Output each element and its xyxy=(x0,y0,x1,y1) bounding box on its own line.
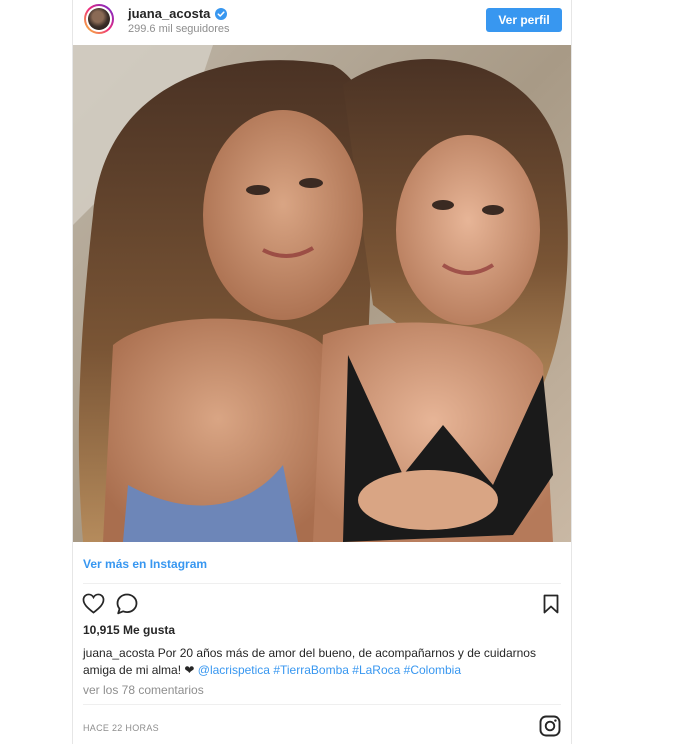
view-comments-link[interactable]: ver los 78 comentarios xyxy=(83,683,204,697)
comment-icon[interactable] xyxy=(116,593,138,615)
username-row[interactable]: juana_acosta xyxy=(128,6,228,21)
post-caption: juana_acosta Por 20 años más de amor del… xyxy=(83,645,561,679)
post-timestamp: HACE 22 HORAS xyxy=(83,723,159,733)
post-photo[interactable] xyxy=(73,45,571,542)
instagram-embed-card: juana_acosta 299.6 mil seguidores Ver pe… xyxy=(72,0,572,744)
view-more-link[interactable]: Ver más en Instagram xyxy=(83,557,207,571)
likes-count: 10,915 Me gusta xyxy=(83,623,176,637)
avatar[interactable] xyxy=(84,4,114,34)
username[interactable]: juana_acosta xyxy=(128,6,210,21)
hashtag[interactable]: #TierraBomba xyxy=(273,663,349,677)
caption-mention[interactable]: @lacrispetica xyxy=(198,663,270,677)
followers-count: 299.6 mil seguidores xyxy=(128,23,230,35)
divider xyxy=(83,704,561,705)
instagram-logo-icon[interactable] xyxy=(539,715,561,737)
heart-icon[interactable] xyxy=(82,593,105,614)
view-profile-button[interactable]: Ver perfil xyxy=(486,8,562,32)
caption-username[interactable]: juana_acosta xyxy=(83,646,154,660)
bookmark-icon[interactable] xyxy=(543,594,559,614)
action-bar xyxy=(73,592,571,616)
hashtag[interactable]: #LaRoca xyxy=(352,663,400,677)
post-header: juana_acosta 299.6 mil seguidores Ver pe… xyxy=(73,0,571,44)
divider xyxy=(83,583,561,584)
hashtag[interactable]: #Colombia xyxy=(404,663,461,677)
verified-badge-icon xyxy=(215,7,228,20)
